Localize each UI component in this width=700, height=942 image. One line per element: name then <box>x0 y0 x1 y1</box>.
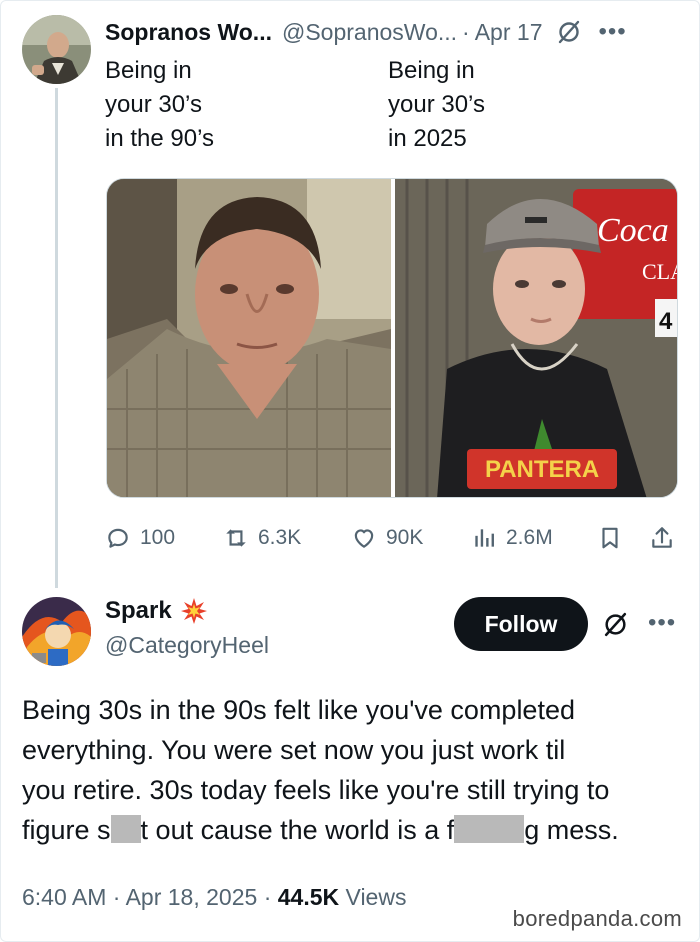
heart-icon <box>354 529 374 548</box>
separator-dot: · <box>112 884 121 910</box>
left-photo[interactable] <box>107 179 391 498</box>
reply-views-label: Views <box>345 884 407 910</box>
tweet-actions: 100 6.3K 90K 2.6M <box>105 520 680 556</box>
grok-slash-icon[interactable] <box>602 611 629 638</box>
grok-slash-icon[interactable] <box>556 19 582 45</box>
thread-line <box>55 88 58 588</box>
repost-icon <box>226 529 246 547</box>
reply-text-segment: figure s <box>22 815 111 845</box>
reply-text-line: you retire. 30s today feels like you're … <box>22 775 610 805</box>
caption-left: Being in your 30’s in the 90’s <box>105 57 214 152</box>
like-count: 90K <box>386 526 424 549</box>
separator-dot: · <box>263 884 272 910</box>
right-photo[interactable]: Coca CLA 4 PANTERA <box>395 179 678 498</box>
reply-time[interactable]: 6:40 AM <box>22 884 106 910</box>
redaction-block <box>454 815 525 843</box>
author-handle[interactable]: @SopranosWo... <box>282 19 457 46</box>
tweet-header: Sopranos Wo... @SopranosWo... · Apr 17 •… <box>105 14 682 50</box>
tweet-media[interactable]: Coca CLA 4 PANTERA <box>106 178 678 498</box>
reply-author-name-row: Spark <box>105 597 208 625</box>
reply-views-count: 44.5K <box>277 884 340 910</box>
share-action[interactable] <box>649 520 684 556</box>
reply-author-handle[interactable]: @CategoryHeel <box>105 632 269 659</box>
sign-subtext: CLA <box>642 259 678 284</box>
repost-action[interactable]: 6.3K <box>223 520 301 556</box>
more-horizontal-icon[interactable]: ••• <box>598 20 626 44</box>
redaction-block <box>110 815 141 843</box>
sign-number: 4 <box>659 308 673 335</box>
reply-text-segment: g mess. <box>524 815 619 845</box>
reply-date[interactable]: Apr 18, 2025 <box>126 884 258 910</box>
analytics-bars-icon <box>475 529 494 547</box>
spark-burst-icon <box>180 598 207 624</box>
reply-action[interactable]: 100 <box>105 520 175 556</box>
reply-icon <box>108 528 128 548</box>
bookmark-action[interactable] <box>597 520 632 556</box>
more-horizontal-icon[interactable]: ••• <box>648 611 676 635</box>
share-upload-icon <box>652 527 672 548</box>
tweet-date[interactable]: Apr 17 <box>475 19 543 46</box>
reply-author-avatar[interactable] <box>22 597 91 666</box>
caption-right: Being in your 30’s in 2025 <box>388 57 485 152</box>
author-name[interactable]: Sopranos Wo... <box>105 19 272 46</box>
views-action[interactable]: 2.6M <box>471 520 553 556</box>
like-action[interactable]: 90K <box>351 520 423 556</box>
reply-count: 100 <box>140 526 176 549</box>
views-count: 2.6M <box>506 526 553 549</box>
reply-text-line: Being 30s in the 90s felt like you've co… <box>22 695 575 725</box>
reply-text: Being 30s in the 90s felt like you've co… <box>22 690 687 850</box>
reply-text-line: figure s t out cause the world is a f g me… <box>22 810 687 850</box>
reply-text-line: everything. You were set now you just wo… <box>22 735 566 765</box>
watermark: boredpanda.com <box>512 906 682 931</box>
separator-dot: · <box>462 18 470 45</box>
reply-author-name[interactable]: Spark <box>105 597 172 625</box>
sign-text: Coca <box>597 212 669 249</box>
follow-button[interactable]: Follow <box>454 597 588 651</box>
reply-meta: 6:40 AM · Apr 18, 2025 · 44.5K Views <box>22 884 406 911</box>
bookmark-icon <box>602 527 618 549</box>
reply-text-segment: t out cause the world is a f <box>140 815 455 845</box>
repost-count: 6.3K <box>258 526 302 549</box>
author-avatar[interactable] <box>22 15 91 84</box>
shirt-text: PANTERA <box>485 456 599 483</box>
